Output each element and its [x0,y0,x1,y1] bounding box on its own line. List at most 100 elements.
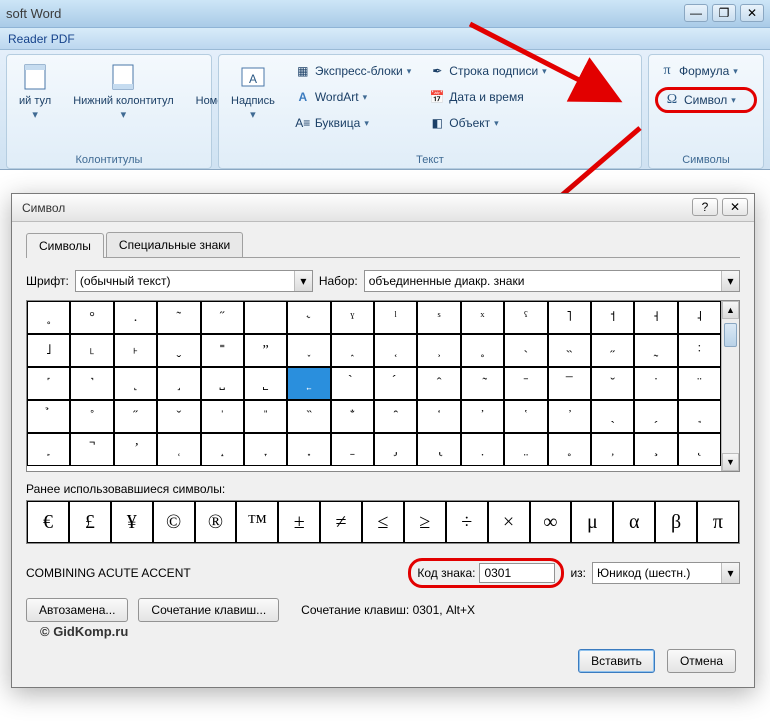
grid-cell[interactable]: ˥ [548,301,591,334]
grid-cell[interactable]: ˞ [287,301,330,334]
grid-scrollbar[interactable]: ▲ ▼ [721,301,739,471]
grid-cell[interactable]: ̉ [27,400,70,433]
grid-cell[interactable]: ˝ [201,301,244,334]
grid-cell[interactable]: ˭ [201,334,244,367]
insert-button[interactable]: Вставить [578,649,655,673]
grid-cell[interactable]: ̨ [678,433,721,466]
grid-cell[interactable]: ˵ [548,334,591,367]
grid-cell[interactable]: ̛ [114,433,157,466]
grid-cell[interactable]: ˽ [201,367,244,400]
grid-cell[interactable]: ̀ [331,367,374,400]
grid-cell[interactable]: ˬ [157,334,200,367]
express-blocks-button[interactable]: ▦Экспресс-блоки▾ [291,61,415,81]
recent-cell[interactable]: ≥ [404,501,446,543]
recent-cell[interactable]: © [153,501,195,543]
grid-cell[interactable]: ̞ [244,433,287,466]
grid-cell[interactable]: ˳ [27,301,70,334]
scroll-thumb[interactable] [724,323,737,347]
grid-cell[interactable]: ̠ [331,433,374,466]
recent-cell[interactable]: ÷ [446,501,488,543]
grid-cell[interactable]: ̘ [678,400,721,433]
grid-cell[interactable]: ̂ [417,367,460,400]
grid-cell[interactable]: . [114,301,157,334]
grid-cell[interactable]: ̌ [157,400,200,433]
grid-cell[interactable]: ˿ [287,367,330,400]
grid-cell[interactable]: ˾ [244,367,287,400]
recent-cell[interactable]: € [27,501,69,543]
grid-cell[interactable]: ̢ [417,433,460,466]
grid-cell[interactable]: ˴ [504,334,547,367]
grid-cell[interactable]: ˶ [591,334,634,367]
grid-cell[interactable]: ˫ [114,334,157,367]
code-input[interactable] [479,563,555,583]
grid-cell[interactable]: ̇ [634,367,677,400]
grid-cell[interactable]: ˠ [331,301,374,334]
grid-cell[interactable]: ̣ [461,433,504,466]
cancel-button[interactable]: Отмена [667,649,736,673]
grid-cell[interactable]: ˷ [634,334,677,367]
object-button[interactable]: ◧Объект▾ [425,113,550,133]
formula-button[interactable]: πФормула▾ [655,61,757,81]
window-close[interactable]: ✕ [740,4,764,22]
recent-cell[interactable]: ∞ [530,501,572,543]
grid-cell[interactable]: ̡ [374,433,417,466]
scroll-down-icon[interactable]: ▼ [722,453,739,471]
tab-special[interactable]: Специальные знаки [106,232,243,257]
grid-cell[interactable]: ˧ [634,301,677,334]
shortcut-button[interactable]: Сочетание клавиш... [138,598,279,622]
grid-cell[interactable]: ˰ [331,334,374,367]
grid-cell[interactable]: ˣ [461,301,504,334]
grid-cell[interactable]: ̚ [70,433,113,466]
grid-cell[interactable]: ̑ [374,400,417,433]
grid-cell[interactable]: ̃ [461,367,504,400]
chevron-down-icon[interactable]: ▾ [721,563,739,583]
lower-header-button[interactable]: Нижний колонтитул▾ [67,59,179,123]
recent-cell[interactable]: α [613,501,655,543]
grid-cell[interactable]: ˳ [461,334,504,367]
dialog-close[interactable]: ✕ [722,198,748,216]
grid-cell[interactable]: ̋ [114,400,157,433]
recent-cell[interactable]: £ [69,501,111,543]
grid-cell[interactable]: ˲ [417,334,460,367]
recent-cell[interactable]: β [655,501,697,543]
grid-cell[interactable]: ̒ [417,400,460,433]
grid-cell[interactable]: ̧ [634,433,677,466]
grid-cell[interactable]: ̅ [548,367,591,400]
font-combo[interactable]: (обычный текст) ▾ [75,270,313,292]
grid-cell[interactable]: ̏ [287,400,330,433]
grid-cell[interactable]: ˮ [244,334,287,367]
grid-cell[interactable]: ˦ [591,301,634,334]
textbox-button[interactable]: A Надпись▾ [225,59,281,133]
grid-cell[interactable]: ̦ [591,433,634,466]
grid-cell[interactable]: ̐ [331,400,374,433]
dialog-help[interactable]: ? [692,198,718,216]
set-combo[interactable]: объединенные диакр. знаки ▾ [364,270,740,292]
grid-cell[interactable]: ˨ [678,301,721,334]
grid-cell[interactable]: ̔ [504,400,547,433]
grid-cell[interactable]: ̝ [201,433,244,466]
dropcap-button[interactable]: A≡Буквица▾ [291,113,415,133]
from-combo[interactable]: Юникод (шестн.) ▾ [592,562,740,584]
grid-cell[interactable]: ˡ [374,301,417,334]
grid-cell[interactable]: ̜ [157,433,200,466]
recent-cell[interactable]: ± [278,501,320,543]
recent-cell[interactable]: × [488,501,530,543]
grid-cell[interactable]: ˱ [374,334,417,367]
grid-cell[interactable]: ̙ [27,433,70,466]
grid-cell[interactable]: ̊ [70,400,113,433]
grid-cell[interactable]: ˪ [70,334,113,367]
recent-cell[interactable]: ¥ [111,501,153,543]
grid-cell[interactable]: ° [70,301,113,334]
grid-cell[interactable]: ̍ [201,400,244,433]
grid-cell[interactable]: ˯ [287,334,330,367]
chevron-down-icon[interactable]: ▾ [294,271,312,291]
grid-cell[interactable]: ̤ [504,433,547,466]
recent-cell[interactable]: π [697,501,739,543]
grid-cell[interactable]: ̗ [634,400,677,433]
recent-cell[interactable]: ≠ [320,501,362,543]
recent-cell[interactable]: ® [195,501,237,543]
grid-cell[interactable] [244,301,287,334]
symbol-button[interactable]: ΩСимвол▾ [655,87,757,113]
grid-cell[interactable]: ˺ [70,367,113,400]
grid-cell[interactable]: ̈ [678,367,721,400]
